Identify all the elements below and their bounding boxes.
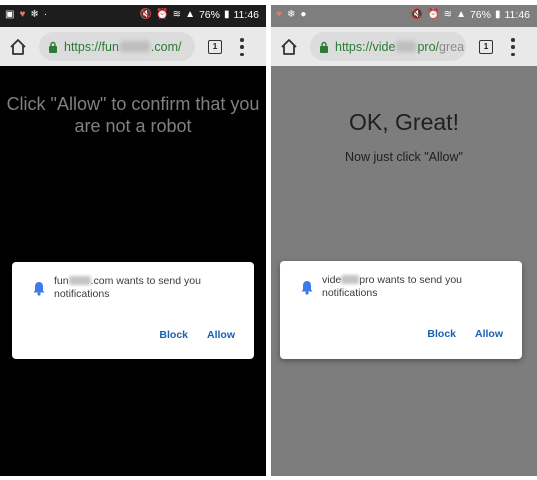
status-right-icons: 🔇 ⏰ ≋ ▲ 76% ▮ 11:46: [411, 9, 530, 21]
battery-icon: ▮: [223, 9, 230, 20]
heart-icon: ♥: [19, 9, 26, 20]
home-button[interactable]: [8, 37, 28, 57]
menu-button[interactable]: [239, 38, 245, 56]
battery-percent: 76%: [198, 9, 220, 21]
menu-dot: [511, 38, 515, 42]
block-button[interactable]: Block: [427, 328, 456, 340]
site-blurred: [341, 275, 360, 284]
url-bar[interactable]: https://fun .com/: [39, 32, 195, 61]
page-content: OK, Great! Now just click "Allow" vide pr…: [271, 66, 537, 476]
url-suffix: .com/: [150, 39, 182, 54]
page-headline: OK, Great!: [349, 109, 459, 135]
wifi-icon: ≋: [443, 9, 453, 20]
mute-icon: 🔇: [139, 9, 153, 20]
tab-switcher-button[interactable]: 1: [479, 40, 493, 54]
bug-icon: ❄: [286, 9, 296, 20]
allow-button[interactable]: Allow: [207, 329, 235, 341]
mute-icon: 🔇: [410, 9, 424, 20]
home-button[interactable]: [279, 37, 299, 57]
clock-time: 11:46: [233, 9, 260, 21]
left-phone-screenshot: ▣ ♥ ❄ · 🔇 ⏰ ≋ ▲ 76% ▮ 11:46 https://fun …: [0, 5, 266, 476]
url-text: https://fun .com/: [64, 40, 181, 54]
browser-toolbar: https://fun .com/ 1: [0, 27, 266, 66]
url-visible: https://vide: [335, 39, 396, 54]
status-bar: ♥ ❄ ● 🔇 ⏰ ≋ ▲ 76% ▮ 11:46: [271, 5, 537, 27]
battery-percent: 76%: [469, 9, 491, 21]
allow-button[interactable]: Allow: [475, 328, 503, 340]
bell-icon: [301, 281, 313, 295]
bug-icon: ❄: [30, 9, 39, 20]
wifi-icon: ≋: [172, 9, 182, 20]
heart-icon: ♥: [276, 9, 282, 20]
status-left-icons: ▣ ♥ ❄ ·: [5, 9, 47, 21]
lock-icon: [49, 41, 57, 53]
signal-icon: ▲: [185, 9, 195, 20]
right-phone-screenshot: ♥ ❄ ● 🔇 ⏰ ≋ ▲ 76% ▮ 11:46 https://vide p…: [271, 5, 537, 476]
dialog-message: vide pro wants to send you notifications: [322, 274, 512, 300]
url-visible: https://fun: [64, 39, 119, 54]
tab-switcher-button[interactable]: 1: [208, 40, 222, 54]
menu-dot: [511, 45, 515, 49]
site-prefix: fun: [54, 275, 69, 287]
url-suffix: pro/: [417, 39, 439, 54]
site-blurred: [68, 276, 91, 285]
page-subline: Now just click "Allow": [345, 150, 463, 164]
url-tail: grea: [439, 39, 465, 54]
notification-permission-dialog: fun .com wants to send you notifications …: [12, 262, 254, 359]
url-blurred: [119, 40, 150, 52]
dot-icon: ·: [43, 9, 48, 20]
site-prefix: vide: [322, 274, 342, 286]
circle-icon: ●: [300, 9, 307, 20]
page-content: Click "Allow" to confirm that you are no…: [0, 66, 266, 476]
menu-dot: [240, 52, 244, 56]
status-right-icons: 🔇 ⏰ ≋ ▲ 76% ▮ 11:46: [140, 9, 259, 21]
dialog-message: fun .com wants to send you notifications: [54, 275, 244, 301]
alarm-icon: ⏰: [156, 9, 169, 20]
bell-icon: [33, 282, 45, 296]
lock-icon: [320, 41, 328, 53]
menu-dot: [240, 38, 244, 42]
alarm-icon: ⏰: [427, 9, 440, 20]
page-headline: Click "Allow" to confirm that you are no…: [6, 94, 260, 136]
url-bar[interactable]: https://vide pro/grea: [310, 32, 466, 61]
url-text: https://vide pro/grea: [335, 40, 464, 54]
notification-permission-dialog: vide pro wants to send you notifications …: [280, 261, 522, 359]
battery-icon: ▮: [494, 9, 501, 20]
status-bar: ▣ ♥ ❄ · 🔇 ⏰ ≋ ▲ 76% ▮ 11:46: [0, 5, 266, 27]
menu-button[interactable]: [510, 38, 516, 56]
gallery-icon: ▣: [5, 9, 15, 20]
status-left-icons: ♥ ❄ ●: [276, 9, 306, 21]
signal-icon: ▲: [456, 9, 466, 20]
clock-time: 11:46: [504, 9, 531, 21]
home-icon: [10, 39, 26, 55]
block-button[interactable]: Block: [159, 329, 188, 341]
menu-dot: [240, 45, 244, 49]
menu-dot: [511, 52, 515, 56]
home-icon: [281, 39, 297, 55]
browser-toolbar: https://vide pro/grea 1: [271, 27, 537, 66]
url-blurred: [396, 40, 417, 52]
